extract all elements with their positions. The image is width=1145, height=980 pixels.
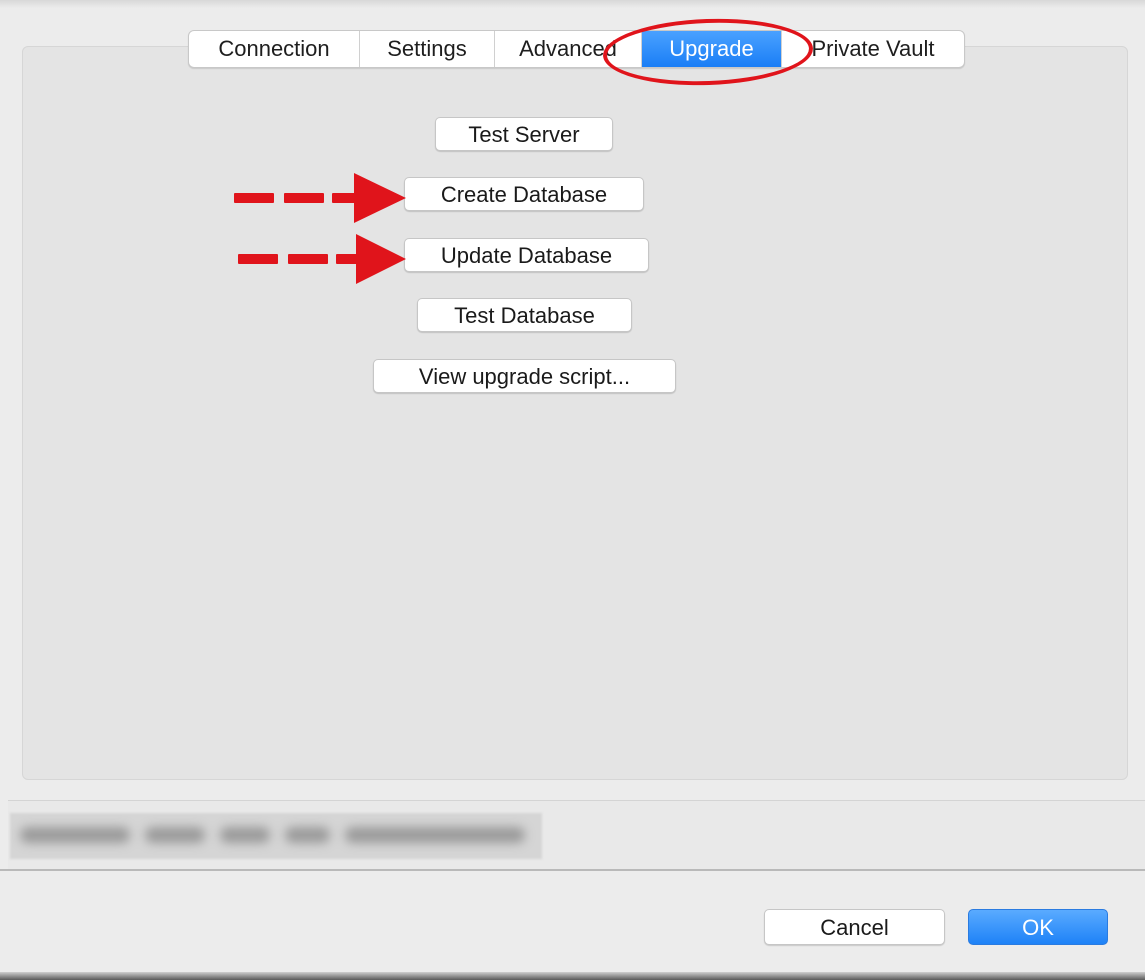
status-area [8, 800, 1145, 869]
ok-button[interactable]: OK [968, 909, 1108, 945]
tab-upgrade[interactable]: Upgrade [642, 31, 782, 67]
create-database-button[interactable]: Create Database [404, 177, 644, 211]
tab-bar: Connection Settings Advanced Upgrade Pri… [188, 30, 965, 68]
tab-settings[interactable]: Settings [360, 31, 495, 67]
cancel-button[interactable]: Cancel [764, 909, 945, 945]
tab-content-panel [22, 46, 1128, 780]
view-upgrade-script-button[interactable]: View upgrade script... [373, 359, 676, 393]
window-bottom-edge [0, 972, 1145, 980]
tab-connection[interactable]: Connection [189, 31, 360, 67]
tab-private-vault[interactable]: Private Vault [782, 31, 964, 67]
test-server-button[interactable]: Test Server [435, 117, 613, 151]
dialog-footer: Cancel OK [0, 871, 1145, 980]
blurred-status-text [10, 813, 542, 859]
test-database-button[interactable]: Test Database [417, 298, 632, 332]
update-database-button[interactable]: Update Database [404, 238, 649, 272]
window-top-edge [0, 0, 1145, 8]
tab-advanced[interactable]: Advanced [495, 31, 642, 67]
